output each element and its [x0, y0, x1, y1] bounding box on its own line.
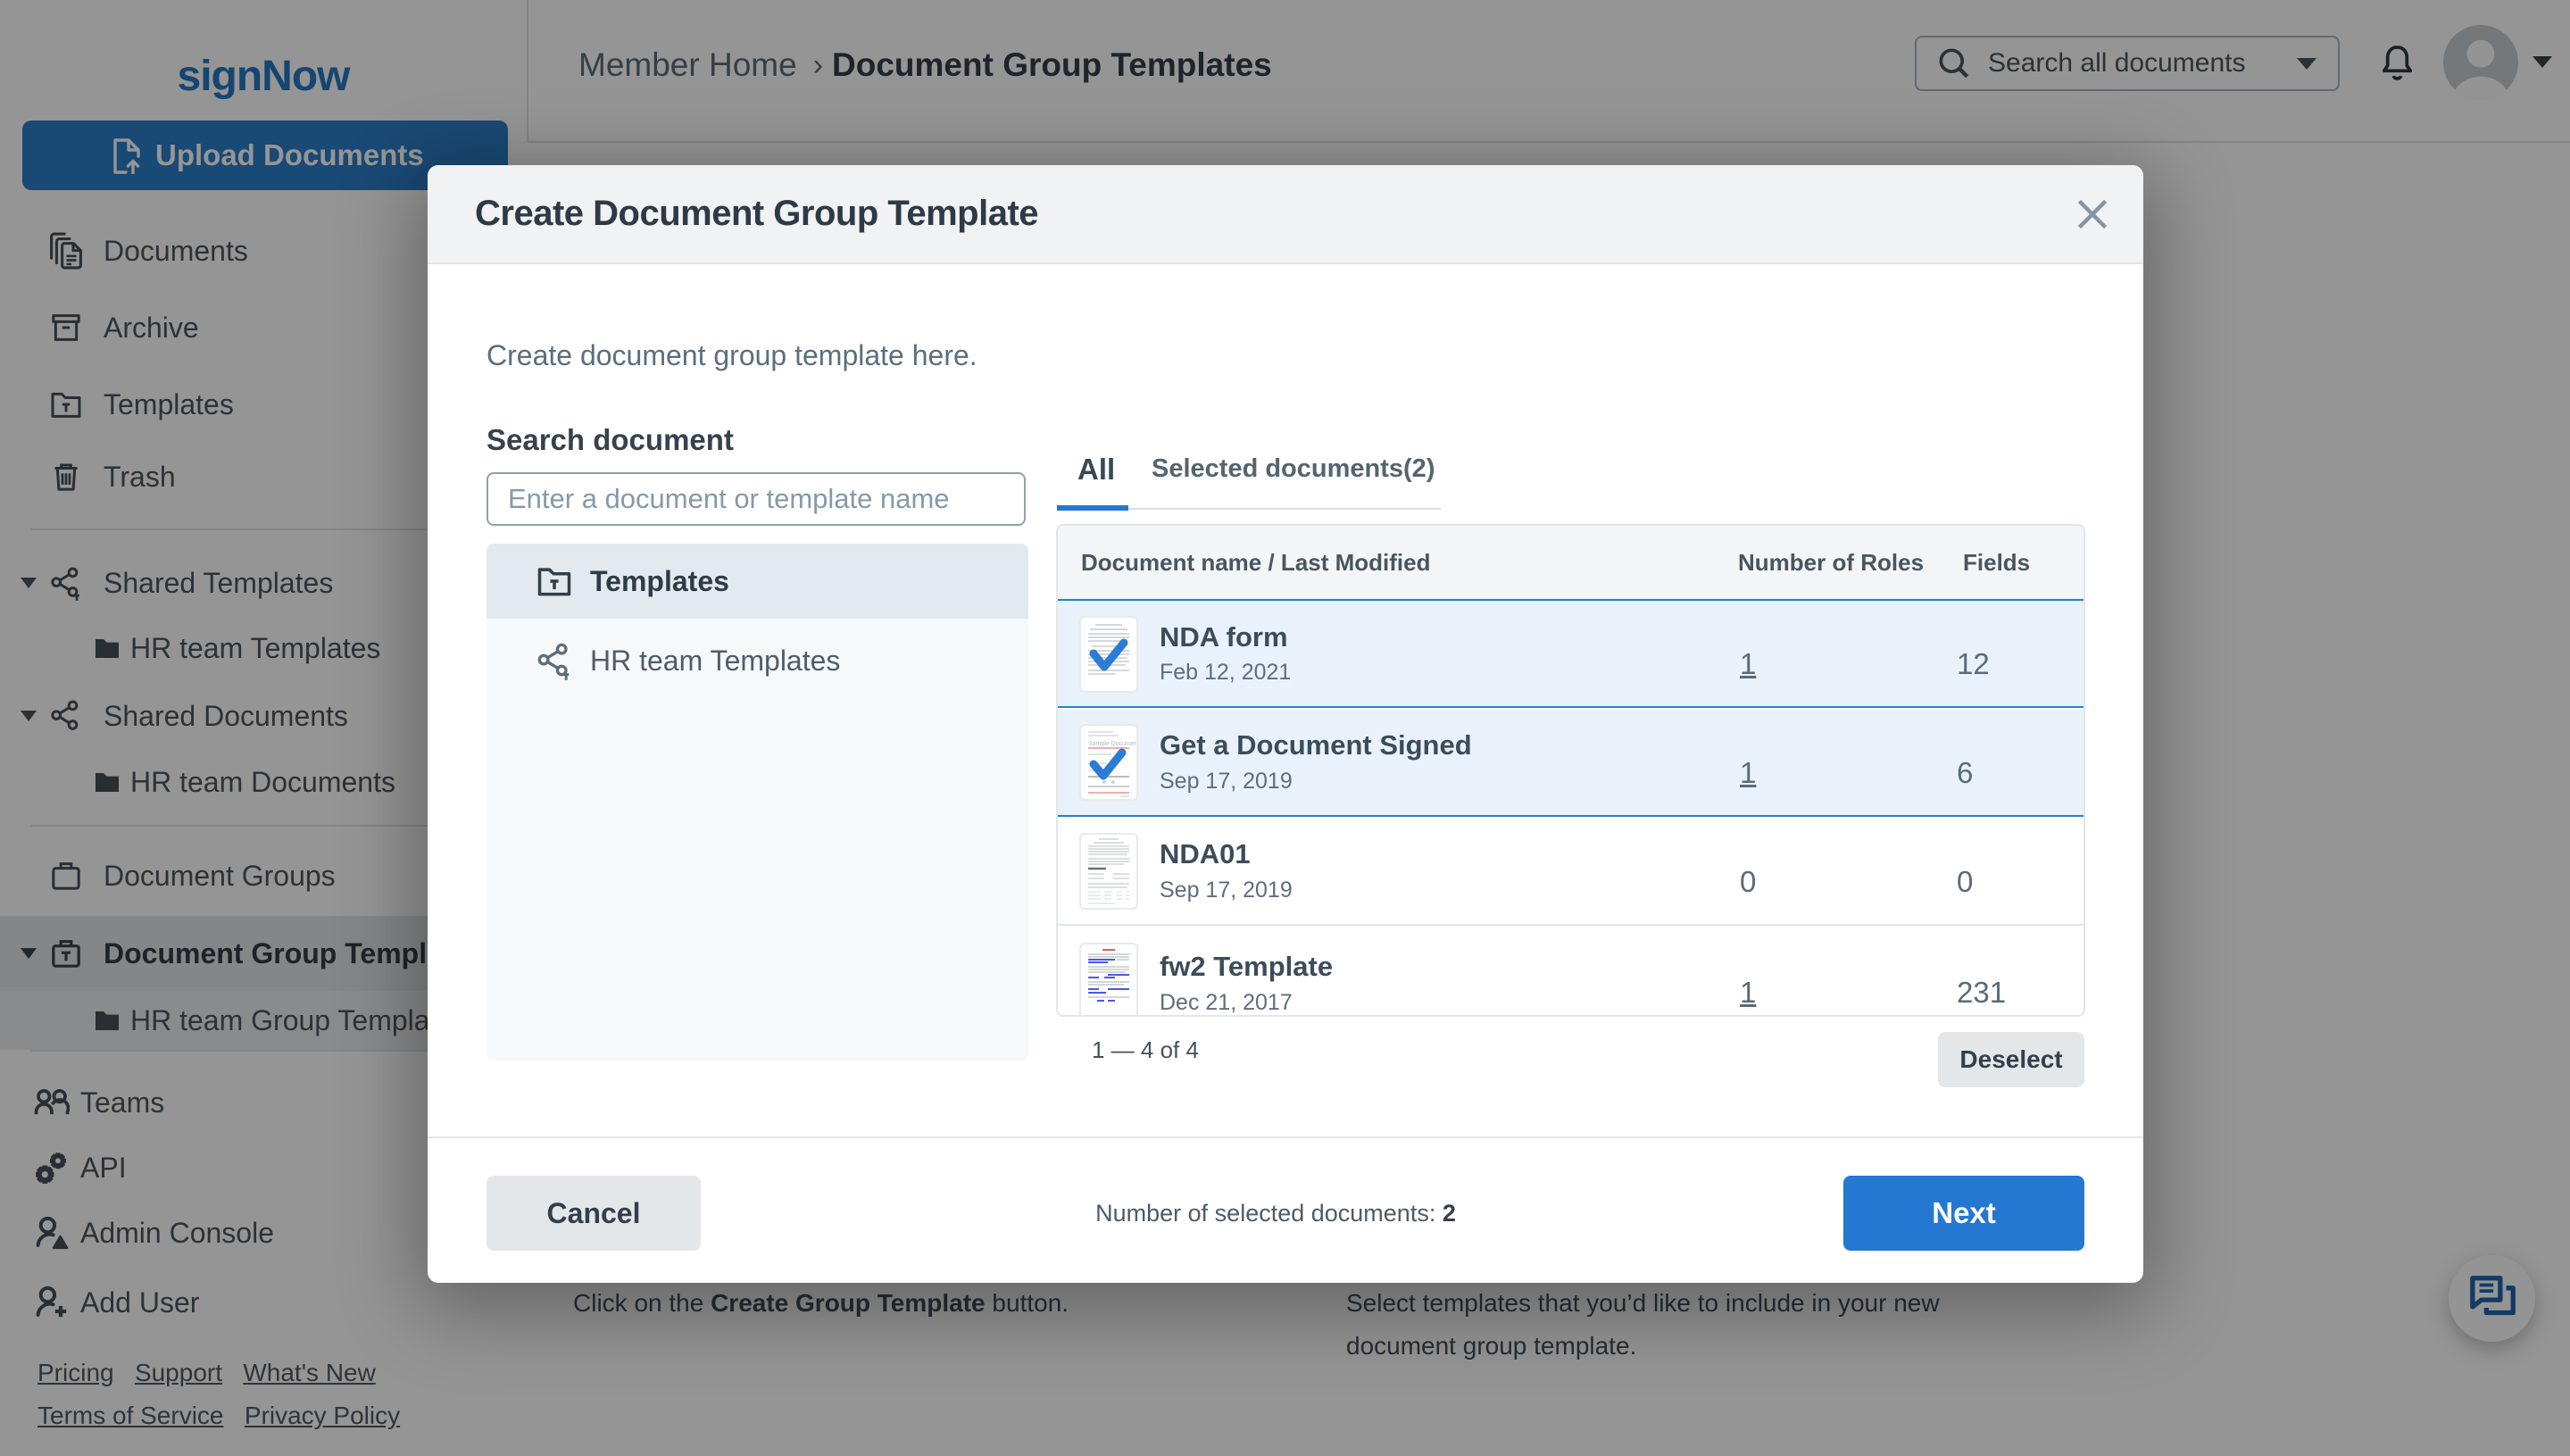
svg-text:Sample Document: Sample Document: [1088, 741, 1136, 747]
